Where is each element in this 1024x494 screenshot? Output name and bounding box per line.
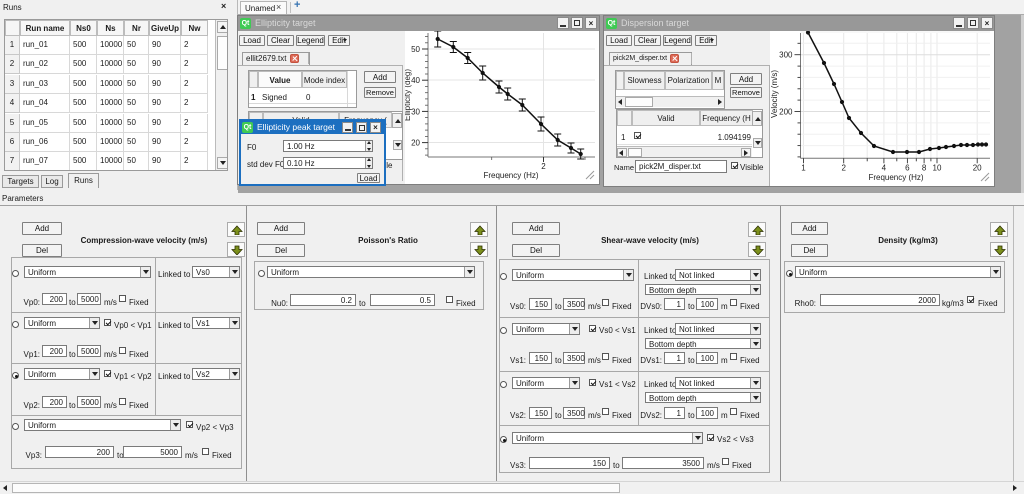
svg-text:8: 8 [922, 163, 927, 172]
svg-text:30: 30 [411, 108, 420, 117]
svg-text:Frequency (Hz): Frequency (Hz) [868, 173, 923, 182]
svg-text:2: 2 [541, 162, 546, 171]
svg-text:20: 20 [411, 139, 420, 148]
svg-text:Velocity (m/s): Velocity (m/s) [770, 70, 779, 118]
svg-text:300: 300 [779, 51, 793, 60]
svg-text:Ellipticity (deg): Ellipticity (deg) [405, 69, 412, 121]
svg-text:6: 6 [905, 163, 910, 172]
svg-text:200: 200 [779, 108, 793, 117]
svg-text:2: 2 [841, 163, 846, 172]
svg-text:1: 1 [801, 163, 806, 172]
svg-text:10: 10 [933, 163, 942, 172]
svg-text:Frequency (Hz): Frequency (Hz) [483, 171, 538, 180]
svg-text:4: 4 [882, 163, 887, 172]
svg-text:50: 50 [411, 45, 420, 54]
svg-text:20: 20 [973, 163, 982, 172]
svg-text:40: 40 [411, 76, 420, 85]
